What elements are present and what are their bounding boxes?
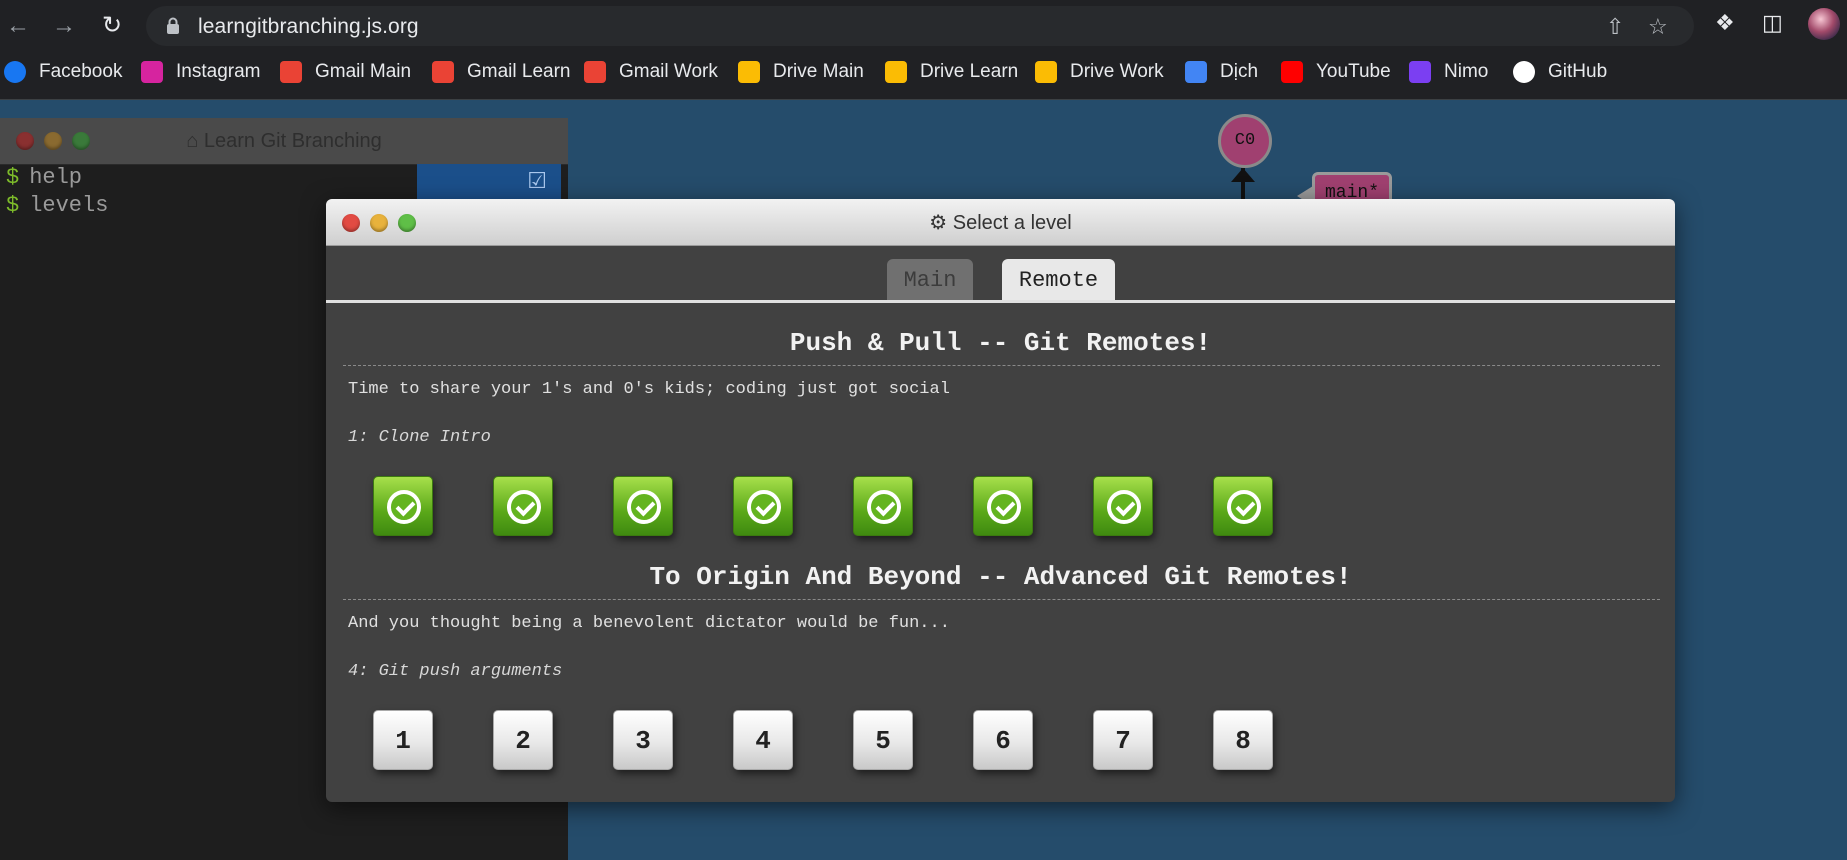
level-button[interactable] (613, 476, 673, 536)
bookmark-item[interactable]: Drive Work (1035, 60, 1164, 84)
checkmark-icon (627, 490, 661, 524)
bookmark-item[interactable]: Drive Main (738, 60, 864, 84)
forward-arrow-icon[interactable]: → (48, 10, 80, 42)
facebook-icon (4, 61, 26, 83)
side-panel-icon[interactable]: ◫ (1762, 10, 1783, 36)
instagram-icon (141, 61, 163, 83)
current-level-name: 4: Git push arguments (348, 662, 563, 681)
commit-node[interactable]: C0 (1218, 114, 1272, 168)
checkmark-icon (867, 490, 901, 524)
level-button[interactable]: 3 (613, 710, 673, 770)
current-level-name: 1: Clone Intro (348, 428, 491, 447)
section-divider (343, 599, 1660, 600)
level-button[interactable]: 6 (973, 710, 1033, 770)
level-button[interactable]: 5 (853, 710, 913, 770)
reload-icon[interactable]: ↻ (96, 10, 128, 42)
checkmark-icon (747, 490, 781, 524)
bookmark-label: YouTube (1316, 61, 1391, 82)
level-button[interactable]: 8 (1213, 710, 1273, 770)
level-button[interactable] (1093, 476, 1153, 536)
prompt-symbol: $ (6, 193, 20, 218)
level-button[interactable]: 1 (373, 710, 433, 770)
bookmark-label: Drive Main (773, 61, 864, 82)
tab-main[interactable]: Main (887, 259, 973, 301)
drive-icon (1035, 61, 1057, 83)
profile-avatar[interactable] (1808, 8, 1840, 40)
bookmark-label: Gmail Learn (467, 61, 571, 82)
prompt-symbol: $ (6, 165, 20, 190)
bookmark-label: Gmail Main (315, 61, 412, 82)
level-button[interactable] (373, 476, 433, 536)
level-button[interactable]: 4 (733, 710, 793, 770)
terminal-title: ⌂ Learn Git Branching (186, 130, 382, 152)
section-divider (343, 365, 1660, 366)
bookmark-item[interactable]: Gmail Work (584, 60, 718, 84)
bookmark-label: Dịch (1220, 61, 1259, 82)
back-arrow-icon[interactable]: ← (2, 10, 34, 42)
translate-icon (1185, 61, 1207, 83)
bookmark-item[interactable]: Nimo (1409, 60, 1488, 84)
section-title: Push & Pull -- Git Remotes! (789, 328, 1212, 358)
level-button[interactable] (493, 476, 553, 536)
browser-toolbar: ← → ↻ learngitbranching.js.org ⇧ ☆ ❖ ◫ F… (0, 0, 1847, 100)
terminal-line: $ levels (6, 193, 109, 218)
checkmark-icon (987, 490, 1021, 524)
bookmark-item[interactable]: Instagram (141, 60, 260, 84)
checkbox-icon[interactable]: ☑ (527, 168, 547, 194)
extensions-icon[interactable]: ❖ (1715, 10, 1735, 36)
share-icon[interactable]: ⇧ (1606, 14, 1624, 40)
select-level-modal: ⚙ Select a level Main Remote Push & Pull… (326, 199, 1675, 802)
checkmark-icon (1107, 490, 1141, 524)
bookmark-item[interactable]: Drive Learn (885, 60, 1018, 84)
address-bar[interactable]: learngitbranching.js.org ⇧ ☆ (146, 6, 1694, 46)
tab-remote[interactable]: Remote (1002, 259, 1115, 301)
level-button[interactable]: 2 (493, 710, 553, 770)
checkmark-icon (1227, 490, 1261, 524)
level-button[interactable]: 7 (1093, 710, 1153, 770)
terminal-line: $ help (6, 165, 83, 190)
bookmark-label: GitHub (1548, 61, 1608, 82)
bookmark-item[interactable]: YouTube (1281, 60, 1391, 84)
level-button[interactable] (1213, 476, 1273, 536)
drive-icon (738, 61, 760, 83)
bookmarks-bar: Facebook Instagram Gmail Main Gmail Learn Gm… (0, 52, 1847, 92)
bookmark-label: Instagram (176, 61, 261, 82)
youtube-icon (1281, 61, 1303, 83)
section-title: To Origin And Beyond -- Advanced Git Rem… (649, 562, 1352, 592)
gear-icon: ⚙ (929, 212, 948, 234)
bookmark-item[interactable]: GitHub (1513, 60, 1607, 84)
modal-titlebar: ⚙ Select a level (326, 199, 1675, 246)
checkmark-icon (507, 490, 541, 524)
gmail-icon (432, 61, 454, 83)
home-icon: ⌂ (186, 130, 199, 152)
terminal-titlebar: ⌂ Learn Git Branching (0, 118, 568, 165)
bookmark-item[interactable]: Gmail Learn (432, 60, 571, 84)
drive-icon (885, 61, 907, 83)
bookmark-label: Nimo (1444, 61, 1489, 82)
section-description: Time to share your 1's and 0's kids; cod… (348, 380, 950, 399)
nimo-icon (1409, 61, 1431, 83)
gmail-icon (280, 61, 302, 83)
level-button[interactable] (853, 476, 913, 536)
bookmark-item[interactable]: Facebook (4, 60, 122, 84)
bookmark-item[interactable]: Gmail Main (280, 60, 411, 84)
level-tabs: Main Remote (326, 245, 1675, 303)
bookmark-label: Gmail Work (619, 61, 718, 82)
url-text: learngitbranching.js.org (198, 15, 419, 38)
bookmark-label: Drive Work (1070, 61, 1164, 82)
bookmark-item[interactable]: Dịch (1185, 60, 1258, 84)
lock-icon (166, 17, 180, 40)
bookmark-label: Drive Learn (920, 61, 1019, 82)
level-button[interactable] (973, 476, 1033, 536)
section-description: And you thought being a benevolent dicta… (348, 614, 950, 633)
tab-divider (326, 300, 1675, 303)
terminal-output: $ help $ levels (6, 164, 108, 220)
checkmark-icon (387, 490, 421, 524)
bookmark-star-icon[interactable]: ☆ (1648, 14, 1668, 40)
modal-title: ⚙ Select a level (929, 212, 1072, 234)
github-icon (1513, 61, 1535, 83)
bookmark-label: Facebook (39, 61, 123, 82)
gmail-icon (584, 61, 606, 83)
level-button[interactable] (733, 476, 793, 536)
